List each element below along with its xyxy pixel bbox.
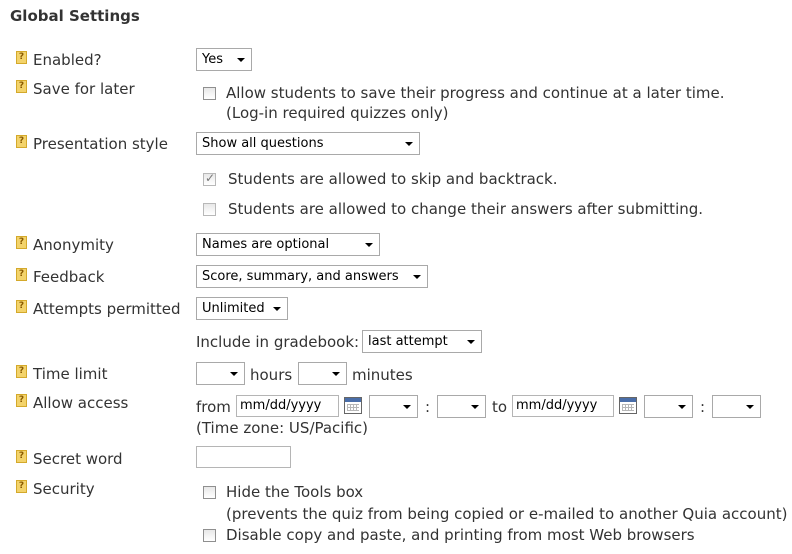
- time-limit-label: Time limit: [33, 365, 108, 383]
- chevron-down-icon: [746, 405, 754, 409]
- chevron-down-icon: [413, 275, 421, 279]
- hide-tools-note: (prevents the quiz from being copied or …: [226, 505, 788, 523]
- hide-tools-label: Hide the Tools box: [226, 483, 364, 501]
- attempts-label: Attempts permitted: [33, 300, 181, 318]
- to-minute-select[interactable]: [712, 395, 761, 418]
- minutes-label: minutes: [352, 366, 413, 384]
- help-icon[interactable]: ?: [16, 236, 27, 249]
- attempts-select[interactable]: Unlimited: [196, 297, 288, 320]
- chevron-down-icon: [237, 58, 245, 62]
- gradebook-label: Include in gradebook:: [196, 333, 360, 351]
- skip-backtrack-checkbox[interactable]: [203, 171, 216, 186]
- chevron-down-icon: [273, 307, 281, 311]
- chevron-down-icon: [403, 405, 411, 409]
- hours-label: hours: [250, 366, 293, 384]
- help-icon[interactable]: ?: [16, 450, 27, 463]
- help-icon[interactable]: ?: [16, 51, 27, 64]
- from-time-colon: :: [425, 398, 431, 416]
- save-later-note: (Log-in required quizzes only): [226, 104, 449, 122]
- save-later-checkbox[interactable]: [203, 87, 216, 100]
- chevron-down-icon: [467, 340, 475, 344]
- change-answers-label: Students are allowed to change their ans…: [228, 200, 704, 218]
- help-icon[interactable]: ?: [16, 80, 27, 93]
- page-title: Global Settings: [10, 7, 140, 25]
- change-answers-checkbox[interactable]: [203, 203, 216, 216]
- gradebook-select-value: last attempt: [368, 334, 448, 349]
- hide-tools-checkbox[interactable]: [203, 486, 216, 499]
- disable-copy-checkbox[interactable]: [203, 529, 216, 542]
- feedback-select-value: Score, summary, and answers: [202, 269, 399, 284]
- secret-word-input[interactable]: [196, 446, 291, 468]
- presentation-label: Presentation style: [33, 135, 168, 153]
- save-later-checkbox-label: Allow students to save their progress an…: [226, 84, 725, 102]
- anonymity-select-value: Names are optional: [202, 237, 330, 252]
- help-icon[interactable]: ?: [16, 365, 27, 378]
- help-icon[interactable]: ?: [16, 300, 27, 313]
- disable-copy-label: Disable copy and paste, and printing fro…: [226, 526, 695, 544]
- enabled-label: Enabled?: [33, 51, 102, 69]
- feedback-label: Feedback: [33, 268, 105, 286]
- to-date-input[interactable]: mm/dd/yyyy: [512, 395, 614, 417]
- hours-select[interactable]: [196, 362, 245, 385]
- from-hour-select[interactable]: [369, 395, 418, 418]
- presentation-select[interactable]: Show all questions: [196, 132, 420, 155]
- from-label: from: [196, 398, 231, 416]
- chevron-down-icon: [230, 372, 238, 376]
- feedback-select[interactable]: Score, summary, and answers: [196, 265, 428, 288]
- to-time-colon: :: [700, 398, 706, 416]
- help-icon[interactable]: ?: [16, 268, 27, 281]
- chevron-down-icon: [471, 405, 479, 409]
- allow-access-label: Allow access: [33, 394, 129, 412]
- gradebook-select[interactable]: last attempt: [362, 330, 482, 353]
- to-hour-select[interactable]: [644, 395, 693, 418]
- help-icon[interactable]: ?: [16, 135, 27, 148]
- security-label: Security: [33, 480, 95, 498]
- presentation-select-value: Show all questions: [202, 136, 324, 151]
- calendar-icon[interactable]: [619, 397, 637, 414]
- anonymity-select[interactable]: Names are optional: [196, 233, 380, 256]
- save-later-label: Save for later: [33, 80, 135, 98]
- chevron-down-icon: [365, 243, 373, 247]
- timezone-note: (Time zone: US/Pacific): [196, 419, 369, 437]
- to-label: to: [492, 398, 508, 416]
- attempts-select-value: Unlimited: [202, 301, 265, 316]
- help-icon[interactable]: ?: [16, 480, 27, 493]
- calendar-icon[interactable]: [344, 397, 362, 414]
- chevron-down-icon: [678, 405, 686, 409]
- anonymity-label: Anonymity: [33, 236, 114, 254]
- chevron-down-icon: [332, 372, 340, 376]
- from-minute-select[interactable]: [437, 395, 486, 418]
- enabled-select[interactable]: Yes: [196, 48, 252, 71]
- secret-word-label: Secret word: [33, 450, 123, 468]
- minutes-select[interactable]: [298, 362, 347, 385]
- help-icon[interactable]: ?: [16, 394, 27, 407]
- from-date-input[interactable]: mm/dd/yyyy: [236, 395, 339, 417]
- enabled-select-value: Yes: [202, 52, 223, 67]
- skip-backtrack-label: Students are allowed to skip and backtra…: [228, 170, 558, 188]
- chevron-down-icon: [405, 142, 413, 146]
